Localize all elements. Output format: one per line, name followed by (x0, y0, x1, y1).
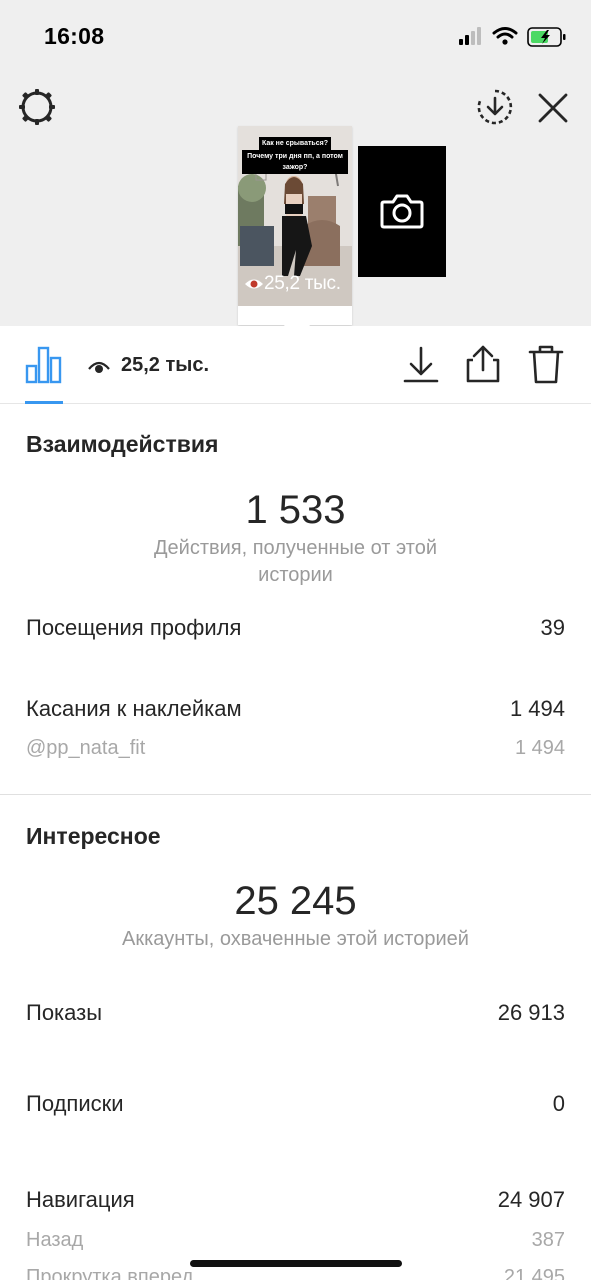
back-value: 387 (531, 1229, 565, 1251)
insights-tab[interactable] (25, 346, 63, 384)
active-tab-indicator (25, 401, 63, 404)
views-count: 25,2 тыс. (121, 354, 210, 376)
follows-label: Подписки (26, 1091, 124, 1116)
save-story-button[interactable] (476, 88, 514, 126)
trash-icon (528, 345, 564, 384)
signal-icon (459, 27, 566, 47)
sticker-taps-label: Касания к наклейкам (26, 696, 242, 721)
story-question-line2: Почему три дня пп, а потом зажор? (242, 150, 348, 174)
camera-icon (380, 194, 424, 229)
interactions-caption: Действия, полученные от этой истории (153, 537, 437, 586)
story-views-label: 25,2 тыс. (264, 273, 341, 294)
eye-icon (88, 361, 110, 373)
impressions-label: Показы (26, 1000, 103, 1025)
wifi-icon (492, 27, 518, 45)
insights-toolbar: 25,2 тыс. (0, 326, 591, 404)
forward-value: 21 495 (503, 1266, 565, 1280)
download-button[interactable] (403, 346, 439, 384)
interactions-title: Взаимодействия (26, 431, 219, 457)
back-label: Назад (26, 1229, 84, 1251)
sticker-taps-value: 1 494 (509, 696, 565, 721)
share-icon (466, 345, 500, 383)
battery-icon (527, 27, 566, 47)
download-icon (403, 346, 439, 383)
close-button[interactable] (537, 92, 569, 124)
preview-pointer (283, 311, 311, 327)
status-icons (459, 24, 569, 50)
mention-sticker-value: 1 494 (514, 737, 565, 759)
section-divider (0, 794, 591, 795)
follows-value: 0 (552, 1091, 565, 1116)
discovery-total: 25 245 (234, 879, 357, 923)
status-time: 16:08 (44, 23, 105, 49)
delete-button[interactable] (528, 344, 564, 384)
profile-visits-label: Посещения профиля (26, 615, 242, 640)
home-indicator[interactable] (190, 1260, 402, 1267)
download-circle-icon (477, 89, 513, 125)
add-story-tile[interactable] (358, 146, 446, 277)
close-icon (538, 93, 568, 123)
mention-sticker-label[interactable]: @pp_nata_fit (26, 737, 145, 760)
profile-visits-value: 39 (540, 615, 565, 640)
bar-chart-icon (25, 346, 62, 384)
story-question-line1: Как не срываться? (258, 137, 331, 150)
story-views-overlay: 25,2 тыс. (242, 272, 348, 294)
settings-button[interactable] (17, 87, 57, 127)
impressions-value: 26 913 (497, 1000, 565, 1025)
share-button[interactable] (465, 344, 501, 384)
discovery-title: Интересное (26, 823, 161, 849)
interactions-total: 1 533 (245, 488, 346, 532)
story-thumbnail[interactable]: Как не срываться? Почему три дня пп, а п… (238, 126, 352, 325)
gear-icon (19, 89, 55, 125)
navigation-label: Навигация (26, 1187, 135, 1212)
story-question-sticker: Как не срываться? Почему три дня пп, а п… (242, 132, 348, 174)
discovery-caption: Аккаунты, охваченные этой историей (122, 928, 469, 950)
forward-label: Прокрутка вперед (26, 1266, 194, 1280)
eye-icon (245, 279, 263, 289)
navigation-value: 24 907 (497, 1187, 565, 1212)
